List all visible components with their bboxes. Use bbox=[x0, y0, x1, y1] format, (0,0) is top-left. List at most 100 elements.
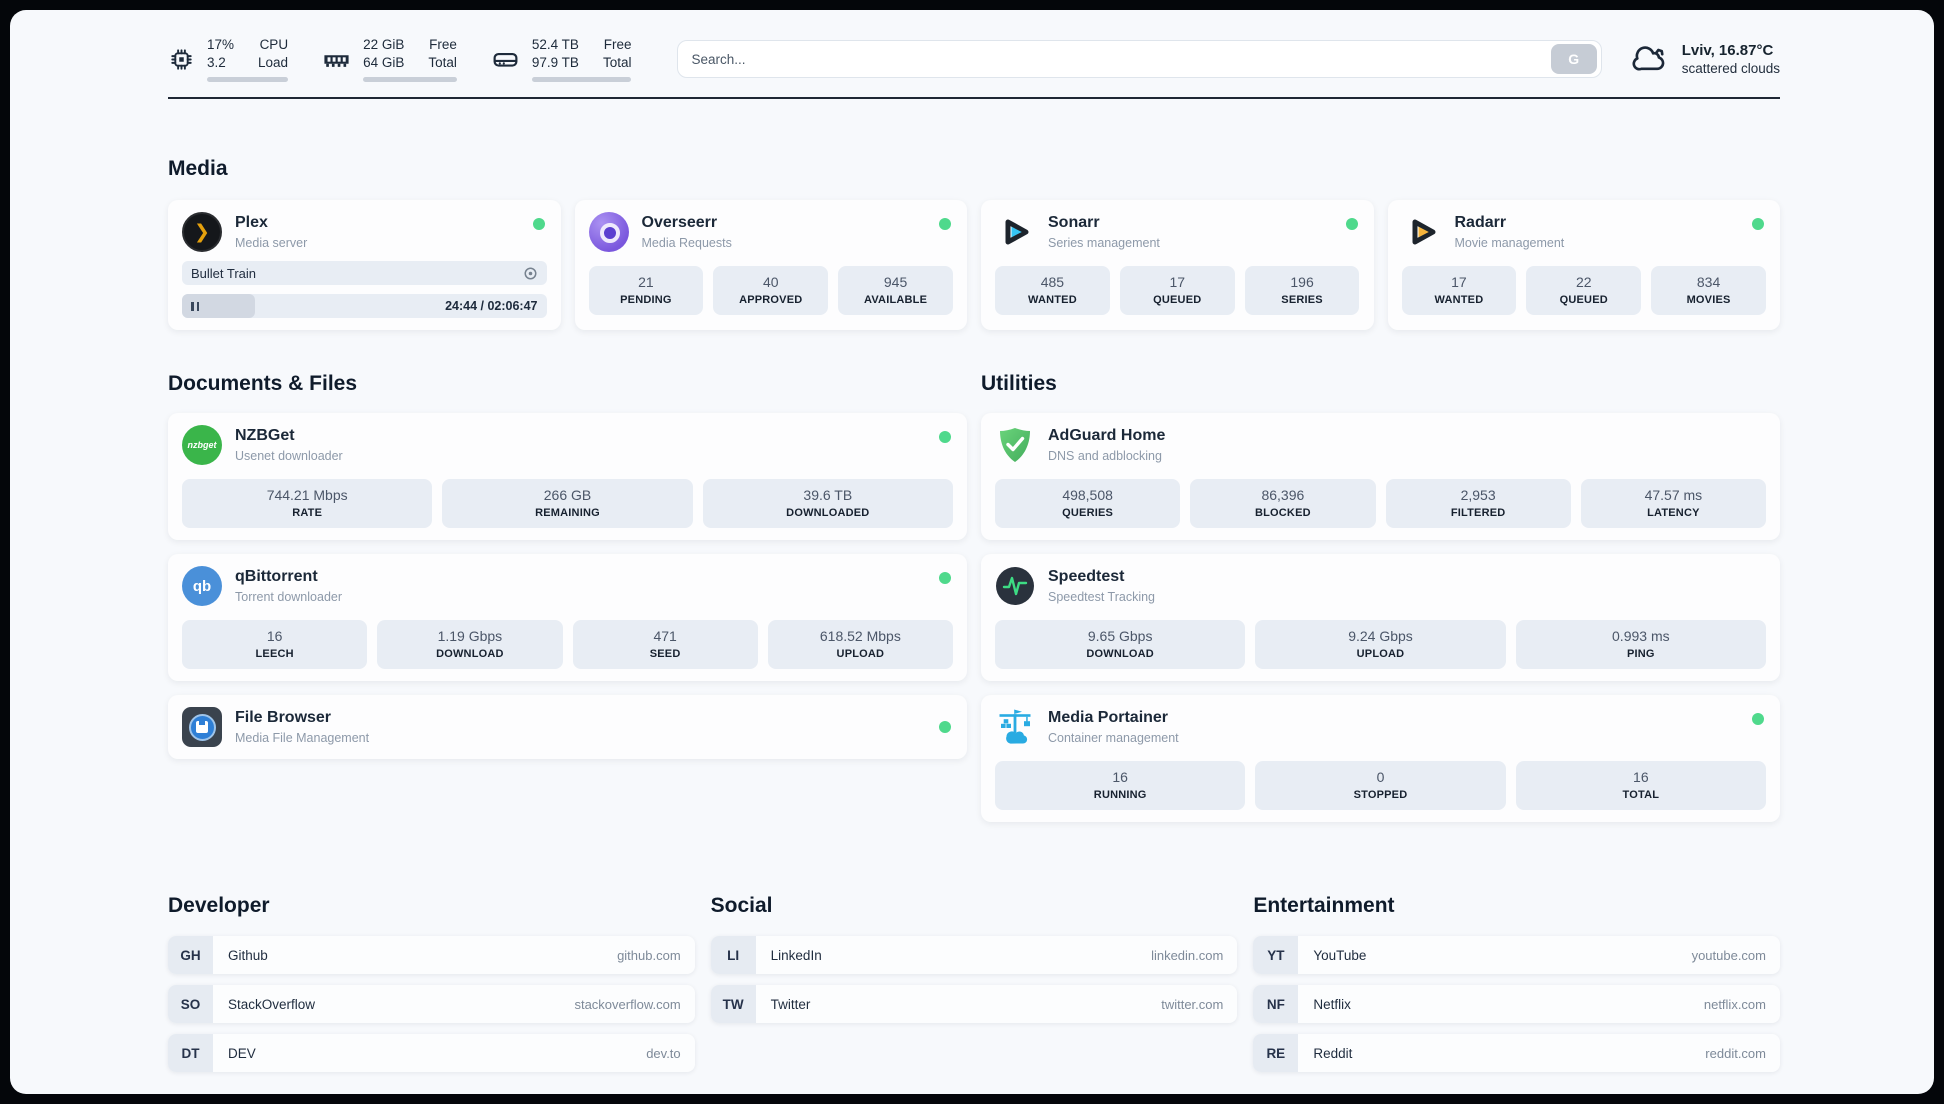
link-abbr: TW bbox=[710, 985, 756, 1024]
link-url: youtube.com bbox=[1691, 947, 1766, 963]
radarr-icon bbox=[1412, 219, 1435, 245]
portainer-icon bbox=[999, 709, 1031, 744]
card-qbittorrent[interactable]: qb qBittorrent Torrent downloader 16 LEE… bbox=[168, 554, 967, 682]
link-stackoverflow[interactable]: SO StackOverflow stackoverflow.com bbox=[168, 985, 695, 1024]
search-engine-button[interactable]: G bbox=[1550, 44, 1597, 75]
app-name: qBittorrent bbox=[235, 568, 318, 586]
stat-latency: 47.57 ms LATENCY bbox=[1580, 479, 1766, 529]
link-abbr: SO bbox=[168, 985, 213, 1024]
link-reddit[interactable]: RE Reddit reddit.com bbox=[1253, 1034, 1780, 1073]
section-title-social: Social bbox=[710, 894, 773, 918]
app-name: Media Portainer bbox=[1048, 709, 1169, 727]
search-bar: G bbox=[677, 40, 1602, 79]
disk-free-value: 52.4 TB bbox=[531, 37, 579, 52]
disk-total-value: 97.9 TB bbox=[531, 54, 579, 70]
stat-upload: 9.24 Gbps UPLOAD bbox=[1255, 620, 1506, 670]
status-badge bbox=[939, 721, 951, 734]
section-title-utilities: Utilities bbox=[981, 372, 1057, 396]
weather-widget: Lviv, 16.87°C scattered clouds bbox=[1630, 42, 1780, 76]
search-input[interactable] bbox=[691, 51, 1551, 67]
playback-time: 24:44 / 02:06:47 bbox=[445, 299, 538, 314]
ram-icon bbox=[324, 54, 349, 67]
disk-free-label: Free bbox=[603, 37, 632, 52]
stat-movies: 834 MOVIES bbox=[1651, 266, 1766, 316]
link-name: StackOverflow bbox=[228, 996, 316, 1012]
card-plex[interactable]: ❯ Plex Media server Bullet Train 24:44 /… bbox=[168, 200, 561, 331]
stat-download: 9.65 Gbps DOWNLOAD bbox=[995, 620, 1246, 670]
now-playing-row: Bullet Train bbox=[182, 261, 547, 286]
app-name: AdGuard Home bbox=[1048, 427, 1166, 445]
card-speedtest[interactable]: Speedtest Speedtest Tracking 9.65 Gbps D… bbox=[981, 554, 1780, 682]
stat-available: 945 AVAILABLE bbox=[838, 266, 953, 316]
card-adguard[interactable]: AdGuard Home DNS and adblocking 498,508 … bbox=[981, 413, 1780, 541]
app-name: NZBGet bbox=[235, 427, 295, 445]
link-youtube[interactable]: YT YouTube youtube.com bbox=[1253, 936, 1780, 975]
app-name: File Browser bbox=[235, 709, 332, 727]
status-badge bbox=[532, 218, 545, 231]
status-badge bbox=[1752, 713, 1764, 726]
link-name: Netflix bbox=[1313, 996, 1351, 1012]
stat-ping: 0.993 ms PING bbox=[1515, 620, 1766, 670]
card-sonarr[interactable]: Sonarr Series management 485 WANTED 17 Q… bbox=[981, 200, 1374, 331]
link-abbr: YT bbox=[1253, 936, 1299, 975]
section-title-documents: Documents & Files bbox=[168, 372, 358, 396]
app-desc: Series management bbox=[1048, 235, 1160, 250]
app-name: Overseerr bbox=[641, 214, 718, 232]
link-linkedin[interactable]: LI LinkedIn linkedin.com bbox=[710, 936, 1238, 975]
link-dev[interactable]: DT DEV dev.to bbox=[168, 1034, 695, 1073]
link-name: YouTube bbox=[1313, 947, 1367, 963]
qbittorrent-icon: qb bbox=[182, 566, 222, 607]
nzbget-icon: nzbget bbox=[182, 425, 222, 466]
link-github[interactable]: GH Github github.com bbox=[168, 936, 695, 975]
playback-progress[interactable]: 24:44 / 02:06:47 bbox=[182, 294, 547, 319]
disk-total-label: Total bbox=[602, 54, 632, 70]
cpu-load-value: 3.2 bbox=[207, 54, 226, 70]
overseerr-icon bbox=[588, 212, 629, 253]
ram-widget: 22 GiB Free 64 GiB Total bbox=[322, 36, 457, 83]
link-abbr: GH bbox=[168, 936, 213, 975]
stat-queued: 17 QUEUED bbox=[1119, 266, 1235, 316]
link-netflix[interactable]: NF Netflix netflix.com bbox=[1253, 985, 1780, 1024]
app-desc: Speedtest Tracking bbox=[1048, 589, 1156, 604]
entertainment-links: Entertainment YT YouTube youtube.com NF … bbox=[1253, 894, 1780, 1083]
card-filebrowser[interactable]: File Browser Media File Management bbox=[168, 695, 967, 760]
link-url: stackoverflow.com bbox=[574, 996, 681, 1012]
stat-stopped: 0 STOPPED bbox=[1255, 761, 1506, 811]
link-url: reddit.com bbox=[1705, 1045, 1766, 1061]
ram-free-label: Free bbox=[429, 37, 457, 52]
stat-wanted: 485 WANTED bbox=[995, 266, 1110, 316]
speedtest-icon bbox=[996, 567, 1034, 606]
app-name: Sonarr bbox=[1048, 214, 1100, 232]
stat-queries: 498,508 QUERIES bbox=[995, 479, 1181, 529]
disk-progress-bar bbox=[531, 77, 632, 83]
card-portainer[interactable]: Media Portainer Container management 16 … bbox=[981, 695, 1780, 823]
weather-condition: scattered clouds bbox=[1681, 61, 1780, 77]
app-desc: Container management bbox=[1048, 730, 1179, 745]
card-overseerr[interactable]: Overseerr Media Requests 21 PENDING 40 A… bbox=[574, 200, 967, 331]
stat-remaining: 266 GB REMAINING bbox=[442, 479, 693, 529]
utilities-column: Utilities AdGuard Home DNS and adblockin… bbox=[981, 372, 1780, 836]
link-twitter[interactable]: TW Twitter twitter.com bbox=[710, 985, 1238, 1024]
pause-icon[interactable] bbox=[191, 301, 199, 311]
status-badge bbox=[939, 218, 951, 231]
status-badge bbox=[939, 572, 951, 585]
disk-widget: 52.4 TB Free 97.9 TB Total bbox=[491, 36, 632, 83]
stat-downloaded: 39.6 TB DOWNLOADED bbox=[702, 479, 953, 529]
weather-location: Lviv, 16.87°C bbox=[1681, 42, 1774, 60]
card-nzbget[interactable]: nzbget NZBGet Usenet downloader 744.21 M… bbox=[168, 413, 967, 541]
status-badge bbox=[1345, 218, 1358, 231]
sonarr-icon bbox=[1005, 219, 1029, 245]
status-badge bbox=[1752, 218, 1764, 231]
ram-free-value: 22 GiB bbox=[363, 37, 405, 52]
ram-total-value: 64 GiB bbox=[363, 54, 405, 70]
cpu-usage-value: 17% bbox=[207, 37, 235, 52]
stat-blocked: 86,396 BLOCKED bbox=[1190, 479, 1376, 529]
link-url: dev.to bbox=[646, 1045, 681, 1061]
social-links: Social LI LinkedIn linkedin.com TW Twitt… bbox=[710, 894, 1238, 1034]
link-url: github.com bbox=[617, 947, 681, 963]
cast-icon[interactable] bbox=[523, 266, 538, 281]
card-radarr[interactable]: Radarr Movie management 17 WANTED 22 QUE… bbox=[1387, 200, 1780, 331]
section-title-entertainment: Entertainment bbox=[1253, 894, 1395, 918]
disk-icon bbox=[493, 52, 518, 67]
cpu-load-label: Load bbox=[258, 54, 289, 70]
